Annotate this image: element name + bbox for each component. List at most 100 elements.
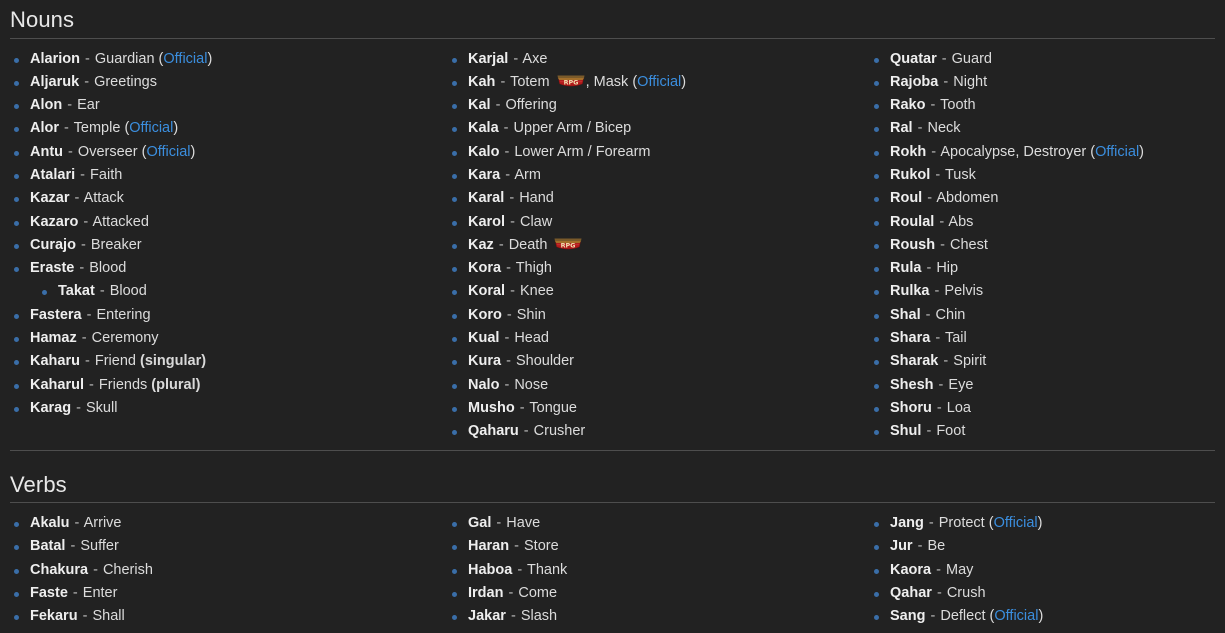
bullet-icon: [14, 150, 19, 156]
glossary-entry: Akalu - Arrive: [12, 512, 440, 535]
glossary-entry: Qaharu - Crusher: [450, 420, 860, 443]
entry-dash: -: [517, 561, 523, 578]
entry-dash: -: [64, 120, 69, 137]
entry-term: Aljaruk: [30, 73, 80, 90]
entry-term: Roul: [890, 190, 923, 207]
entry-definition: Arm: [514, 166, 541, 183]
glossary-entry: Rajoba - Night: [872, 71, 1225, 94]
glossary-entry: Atalari - Faith: [12, 164, 440, 187]
entry-term: Kah: [468, 73, 496, 90]
entry-term: Haran: [468, 538, 510, 555]
entry-definition: Nose: [514, 376, 549, 393]
glossary-entry: Kaz - Death RPG: [450, 234, 860, 257]
bullet-icon: [452, 430, 457, 436]
entry-term: Kora: [468, 260, 502, 277]
glossary-entry: Aljaruk - Greetings: [12, 71, 440, 94]
entry-definition: Spirit: [953, 353, 987, 370]
entry-dash: -: [80, 166, 86, 183]
bullet-icon: [452, 220, 457, 226]
glossary-entry: Batal - Suffer: [12, 535, 440, 558]
glossary-entry: Curajo - Breaker: [12, 234, 440, 257]
entry-definition: Abdomen: [936, 190, 999, 207]
bullet-icon: [874, 337, 879, 343]
entry-term: Jang: [890, 515, 924, 532]
official-link[interactable]: Official: [1095, 144, 1139, 160]
entry-list: Quatar - Guard Rajoba - Night Rako - Tooth…: [860, 48, 1225, 444]
bullet-icon: [14, 313, 19, 319]
official-link[interactable]: Official: [994, 608, 1038, 624]
bullet-icon: [14, 104, 19, 110]
bullet-icon: [14, 568, 19, 574]
entry-definition: Neck: [927, 120, 961, 137]
entry-term: Atalari: [30, 166, 76, 183]
glossary-entry: Alon - Ear: [12, 94, 440, 117]
bullet-icon: [452, 127, 457, 133]
bullet-icon: [452, 197, 457, 203]
column-verbs-col-1: Akalu - Arrive Batal - Suffer Chakura - Ch…: [0, 512, 440, 628]
entry-term: Kura: [468, 353, 502, 370]
entry-definition: Head: [514, 330, 549, 347]
entry-list: Gal - Have Haran - Store Haboa - Thank Irda…: [440, 512, 860, 628]
glossary-entry: Kala - Upper Arm / Bicep: [450, 117, 860, 140]
entry-definition: Loa: [946, 399, 971, 416]
bullet-icon: [874, 615, 879, 621]
entry-dash: -: [82, 608, 88, 625]
official-link[interactable]: Official: [637, 74, 681, 90]
official-link[interactable]: Official: [146, 144, 190, 160]
entry-term: Rajoba: [890, 73, 939, 90]
bullet-icon: [14, 406, 19, 412]
entry-term: Haboa: [468, 561, 513, 578]
entry-definition: Ceremony: [91, 330, 159, 347]
bullet-icon: [452, 545, 457, 551]
entry-definition: Friend: [94, 353, 136, 370]
entry-dash: -: [936, 399, 942, 416]
entry-definition: Breaker: [90, 236, 142, 253]
glossary-entry: Sang - Deflect (Official): [872, 605, 1225, 628]
entry-term: Kala: [468, 120, 499, 137]
entry-definition: Friends: [98, 376, 148, 393]
entry-term: Quatar: [890, 50, 937, 67]
entry-dash: -: [99, 283, 105, 300]
glossary-entry: Karol - Claw: [450, 211, 860, 234]
entry-definition: Be: [927, 538, 946, 555]
entry-dash: -: [506, 353, 511, 370]
entry-dash: -: [928, 515, 934, 532]
glossary-entry: Fekaru - Shall: [12, 605, 440, 628]
entry-definition: Lower Arm / Forearm: [514, 143, 651, 160]
entry-dash: -: [89, 376, 94, 393]
bullet-icon: [452, 406, 457, 412]
entry-dash: -: [86, 306, 92, 323]
entry-dash: -: [943, 73, 949, 90]
entry-term: Batal: [30, 538, 66, 555]
entry-definition: Tongue: [529, 399, 577, 416]
entry-definition: Faith: [90, 166, 123, 183]
entry-dash: -: [74, 190, 80, 207]
close-paren: ): [1139, 143, 1145, 160]
glossary-entry: Ral - Neck: [872, 117, 1225, 140]
glossary-entry: Irdan - Come: [450, 582, 860, 605]
entry-definition: Abs: [948, 213, 974, 230]
bullet-icon: [874, 150, 879, 156]
entry-dash: -: [510, 213, 515, 230]
entry-definition: Crush: [946, 584, 986, 601]
entry-term: Hamaz: [30, 330, 77, 347]
entry-dash: -: [939, 213, 945, 230]
entry-term: Shara: [890, 330, 931, 347]
official-link[interactable]: Official: [994, 515, 1038, 531]
official-link[interactable]: Official: [163, 51, 207, 67]
official-link[interactable]: Official: [129, 120, 173, 136]
entry-dash: -: [926, 423, 932, 440]
bullet-icon: [14, 57, 19, 63]
entry-definition: Enter: [82, 584, 118, 601]
entry-dash: -: [84, 73, 90, 90]
entry-term: Roulal: [890, 213, 935, 230]
bullet-icon: [874, 360, 879, 366]
entry-definition: Claw: [519, 213, 553, 230]
bullet-icon: [874, 267, 879, 273]
bullet-icon: [452, 104, 457, 110]
entry-dash: -: [506, 306, 512, 323]
entry-term: Sang: [890, 608, 926, 625]
entry-definition: Chest: [950, 236, 988, 253]
glossary-entry: Kaharu - Friend (singular): [12, 350, 440, 373]
entry-definition: Crusher: [533, 423, 586, 440]
